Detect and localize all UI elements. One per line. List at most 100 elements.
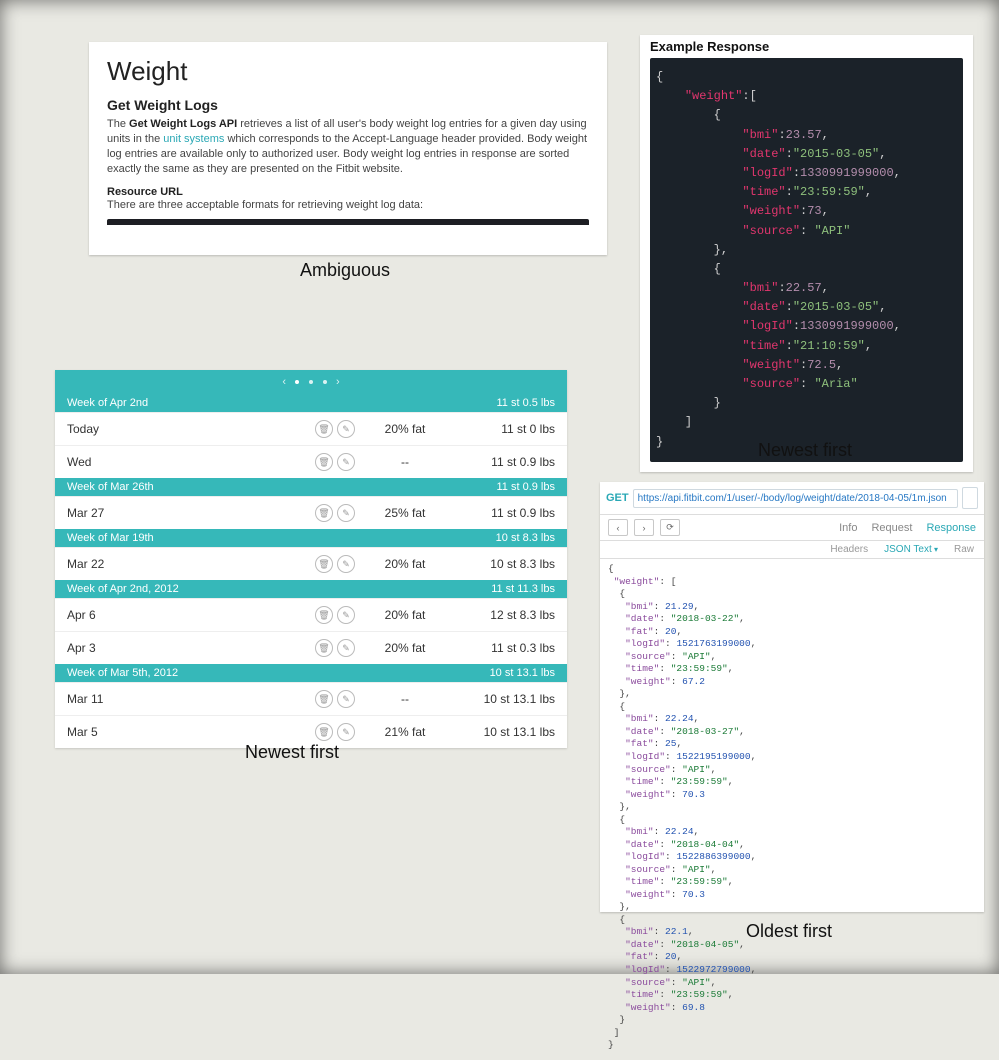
week-header: Week of Apr 2nd, 2012 11 st 11.3 lbs <box>55 580 567 598</box>
resource-url-text: There are three acceptable formats for r… <box>107 198 589 213</box>
trash-icon[interactable]: 🗑 <box>315 504 333 522</box>
weight-value: 10 st 13.1 lbs <box>455 692 555 706</box>
subtab-headers[interactable]: Headers <box>830 544 868 555</box>
response-json-body: { "weight": [ { "bmi": 21.29, "date": "2… <box>600 559 984 1060</box>
subtab-raw[interactable]: Raw <box>954 544 974 555</box>
subtab-json[interactable]: JSON Text <box>884 544 938 555</box>
caption-ambiguous: Ambiguous <box>300 260 390 281</box>
next-icon[interactable]: › <box>336 376 340 388</box>
weight-value: 11 st 0.3 lbs <box>455 641 555 655</box>
tab-response[interactable]: Response <box>926 522 976 534</box>
day-label: Apr 3 <box>67 641 285 655</box>
caption-oldest-first: Oldest first <box>746 921 832 942</box>
weight-value: 11 st 0.9 lbs <box>455 455 555 469</box>
url-dropdown[interactable] <box>962 487 978 509</box>
week-summary: 11 st 0.5 lbs <box>497 397 556 409</box>
week-label: Week of Mar 19th <box>67 532 154 544</box>
top-tabs: Info Request Response <box>839 522 976 534</box>
fat-value: 20% fat <box>355 422 455 436</box>
api-doc-panel: Weight Get Weight Logs The Get Weight Lo… <box>89 42 607 255</box>
unit-systems-link[interactable]: unit systems <box>163 133 224 145</box>
resource-url-heading: Resource URL <box>107 186 589 198</box>
pencil-icon[interactable]: ✎ <box>337 639 355 657</box>
table-row[interactable]: Mar 11 🗑✎--10 st 13.1 lbs <box>55 682 567 715</box>
week-summary: 11 st 0.9 lbs <box>497 481 556 493</box>
day-label: Today <box>67 422 285 436</box>
back-button[interactable]: ‹ <box>608 519 628 536</box>
response-subtabs: Headers JSON Text Raw <box>600 541 984 559</box>
fat-value: -- <box>355 455 455 469</box>
fat-value: -- <box>355 692 455 706</box>
day-label: Apr 6 <box>67 608 285 622</box>
trash-icon[interactable]: 🗑 <box>315 690 333 708</box>
example-response-code: { "weight":[ { "bmi":23.57, "date":"2015… <box>650 58 963 462</box>
table-row[interactable]: Apr 3 🗑✎20% fat11 st 0.3 lbs <box>55 631 567 664</box>
week-summary: 11 st 11.3 lbs <box>491 583 555 595</box>
forward-button[interactable]: › <box>634 519 654 536</box>
table-row[interactable]: Apr 6 🗑✎20% fat12 st 8.3 lbs <box>55 598 567 631</box>
table-row[interactable]: Today 🗑✎20% fat11 st 0 lbs <box>55 412 567 445</box>
weight-value: 11 st 0 lbs <box>455 422 555 436</box>
week-summary: 10 st 13.1 lbs <box>490 667 555 679</box>
week-label: Week of Apr 2nd, 2012 <box>67 583 179 595</box>
prev-icon[interactable]: ‹ <box>282 376 286 388</box>
http-method: GET <box>606 492 629 504</box>
pager[interactable]: ‹ › <box>55 370 567 394</box>
week-label: Week of Mar 26th <box>67 481 154 493</box>
day-label: Mar 22 <box>67 557 285 571</box>
day-label: Mar 27 <box>67 506 285 520</box>
fat-value: 20% fat <box>355 608 455 622</box>
weight-value: 11 st 0.9 lbs <box>455 506 555 520</box>
weight-value: 10 st 8.3 lbs <box>455 557 555 571</box>
example-response-heading: Example Response <box>640 35 973 58</box>
page-title: Weight <box>107 56 589 87</box>
pager-dot[interactable] <box>295 380 299 384</box>
table-row[interactable]: Mar 22 🗑✎20% fat10 st 8.3 lbs <box>55 547 567 580</box>
fat-value: 21% fat <box>355 725 455 739</box>
day-label: Wed <box>67 455 285 469</box>
pencil-icon[interactable]: ✎ <box>337 453 355 471</box>
trash-icon[interactable]: 🗑 <box>315 723 333 741</box>
week-label: Week of Mar 5th, 2012 <box>67 667 178 679</box>
trash-icon[interactable]: 🗑 <box>315 555 333 573</box>
day-label: Mar 11 <box>67 692 285 706</box>
caption-newest-first-2: Newest first <box>245 742 339 763</box>
table-row[interactable]: Mar 27 🗑✎25% fat11 st 0.9 lbs <box>55 496 567 529</box>
week-summary: 10 st 8.3 lbs <box>496 532 555 544</box>
pager-dot[interactable] <box>309 380 313 384</box>
week-header: Week of Mar 5th, 2012 10 st 13.1 lbs <box>55 664 567 682</box>
tab-info[interactable]: Info <box>839 522 857 534</box>
pencil-icon[interactable]: ✎ <box>337 690 355 708</box>
trash-icon[interactable]: 🗑 <box>315 639 333 657</box>
section-title: Get Weight Logs <box>107 97 589 113</box>
pencil-icon[interactable]: ✎ <box>337 555 355 573</box>
pencil-icon[interactable]: ✎ <box>337 723 355 741</box>
week-label: Week of Apr 2nd <box>67 397 148 409</box>
doc-paragraph: The Get Weight Logs API retrieves a list… <box>107 117 589 176</box>
fat-value: 20% fat <box>355 557 455 571</box>
refresh-button[interactable]: ⟳ <box>660 519 680 536</box>
api-explorer-panel: GET https://api.fitbit.com/1/user/-/body… <box>600 482 984 912</box>
weight-value: 10 st 13.1 lbs <box>455 725 555 739</box>
fat-value: 20% fat <box>355 641 455 655</box>
pencil-icon[interactable]: ✎ <box>337 606 355 624</box>
pager-dot[interactable] <box>323 380 327 384</box>
tab-request[interactable]: Request <box>871 522 912 534</box>
weight-log-table-panel: ‹ › Week of Apr 2nd11 st 0.5 lbsToday🗑✎2… <box>55 370 567 748</box>
pencil-icon[interactable]: ✎ <box>337 420 355 438</box>
pencil-icon[interactable]: ✎ <box>337 504 355 522</box>
weight-value: 12 st 8.3 lbs <box>455 608 555 622</box>
caption-newest-first-1: Newest first <box>758 440 852 461</box>
trash-icon[interactable]: 🗑 <box>315 606 333 624</box>
table-row[interactable]: Wed 🗑✎--11 st 0.9 lbs <box>55 445 567 478</box>
week-header: Week of Mar 26th 11 st 0.9 lbs <box>55 478 567 496</box>
trash-icon[interactable]: 🗑 <box>315 420 333 438</box>
fat-value: 25% fat <box>355 506 455 520</box>
week-header: Week of Mar 19th 10 st 8.3 lbs <box>55 529 567 547</box>
day-label: Mar 5 <box>67 725 285 739</box>
example-response-panel: Example Response { "weight":[ { "bmi":23… <box>640 35 973 472</box>
request-url-input[interactable]: https://api.fitbit.com/1/user/-/body/log… <box>633 489 958 508</box>
week-header: Week of Apr 2nd 11 st 0.5 lbs <box>55 394 567 412</box>
trash-icon[interactable]: 🗑 <box>315 453 333 471</box>
toolbar: ‹ › ⟳ Info Request Response <box>600 515 984 541</box>
